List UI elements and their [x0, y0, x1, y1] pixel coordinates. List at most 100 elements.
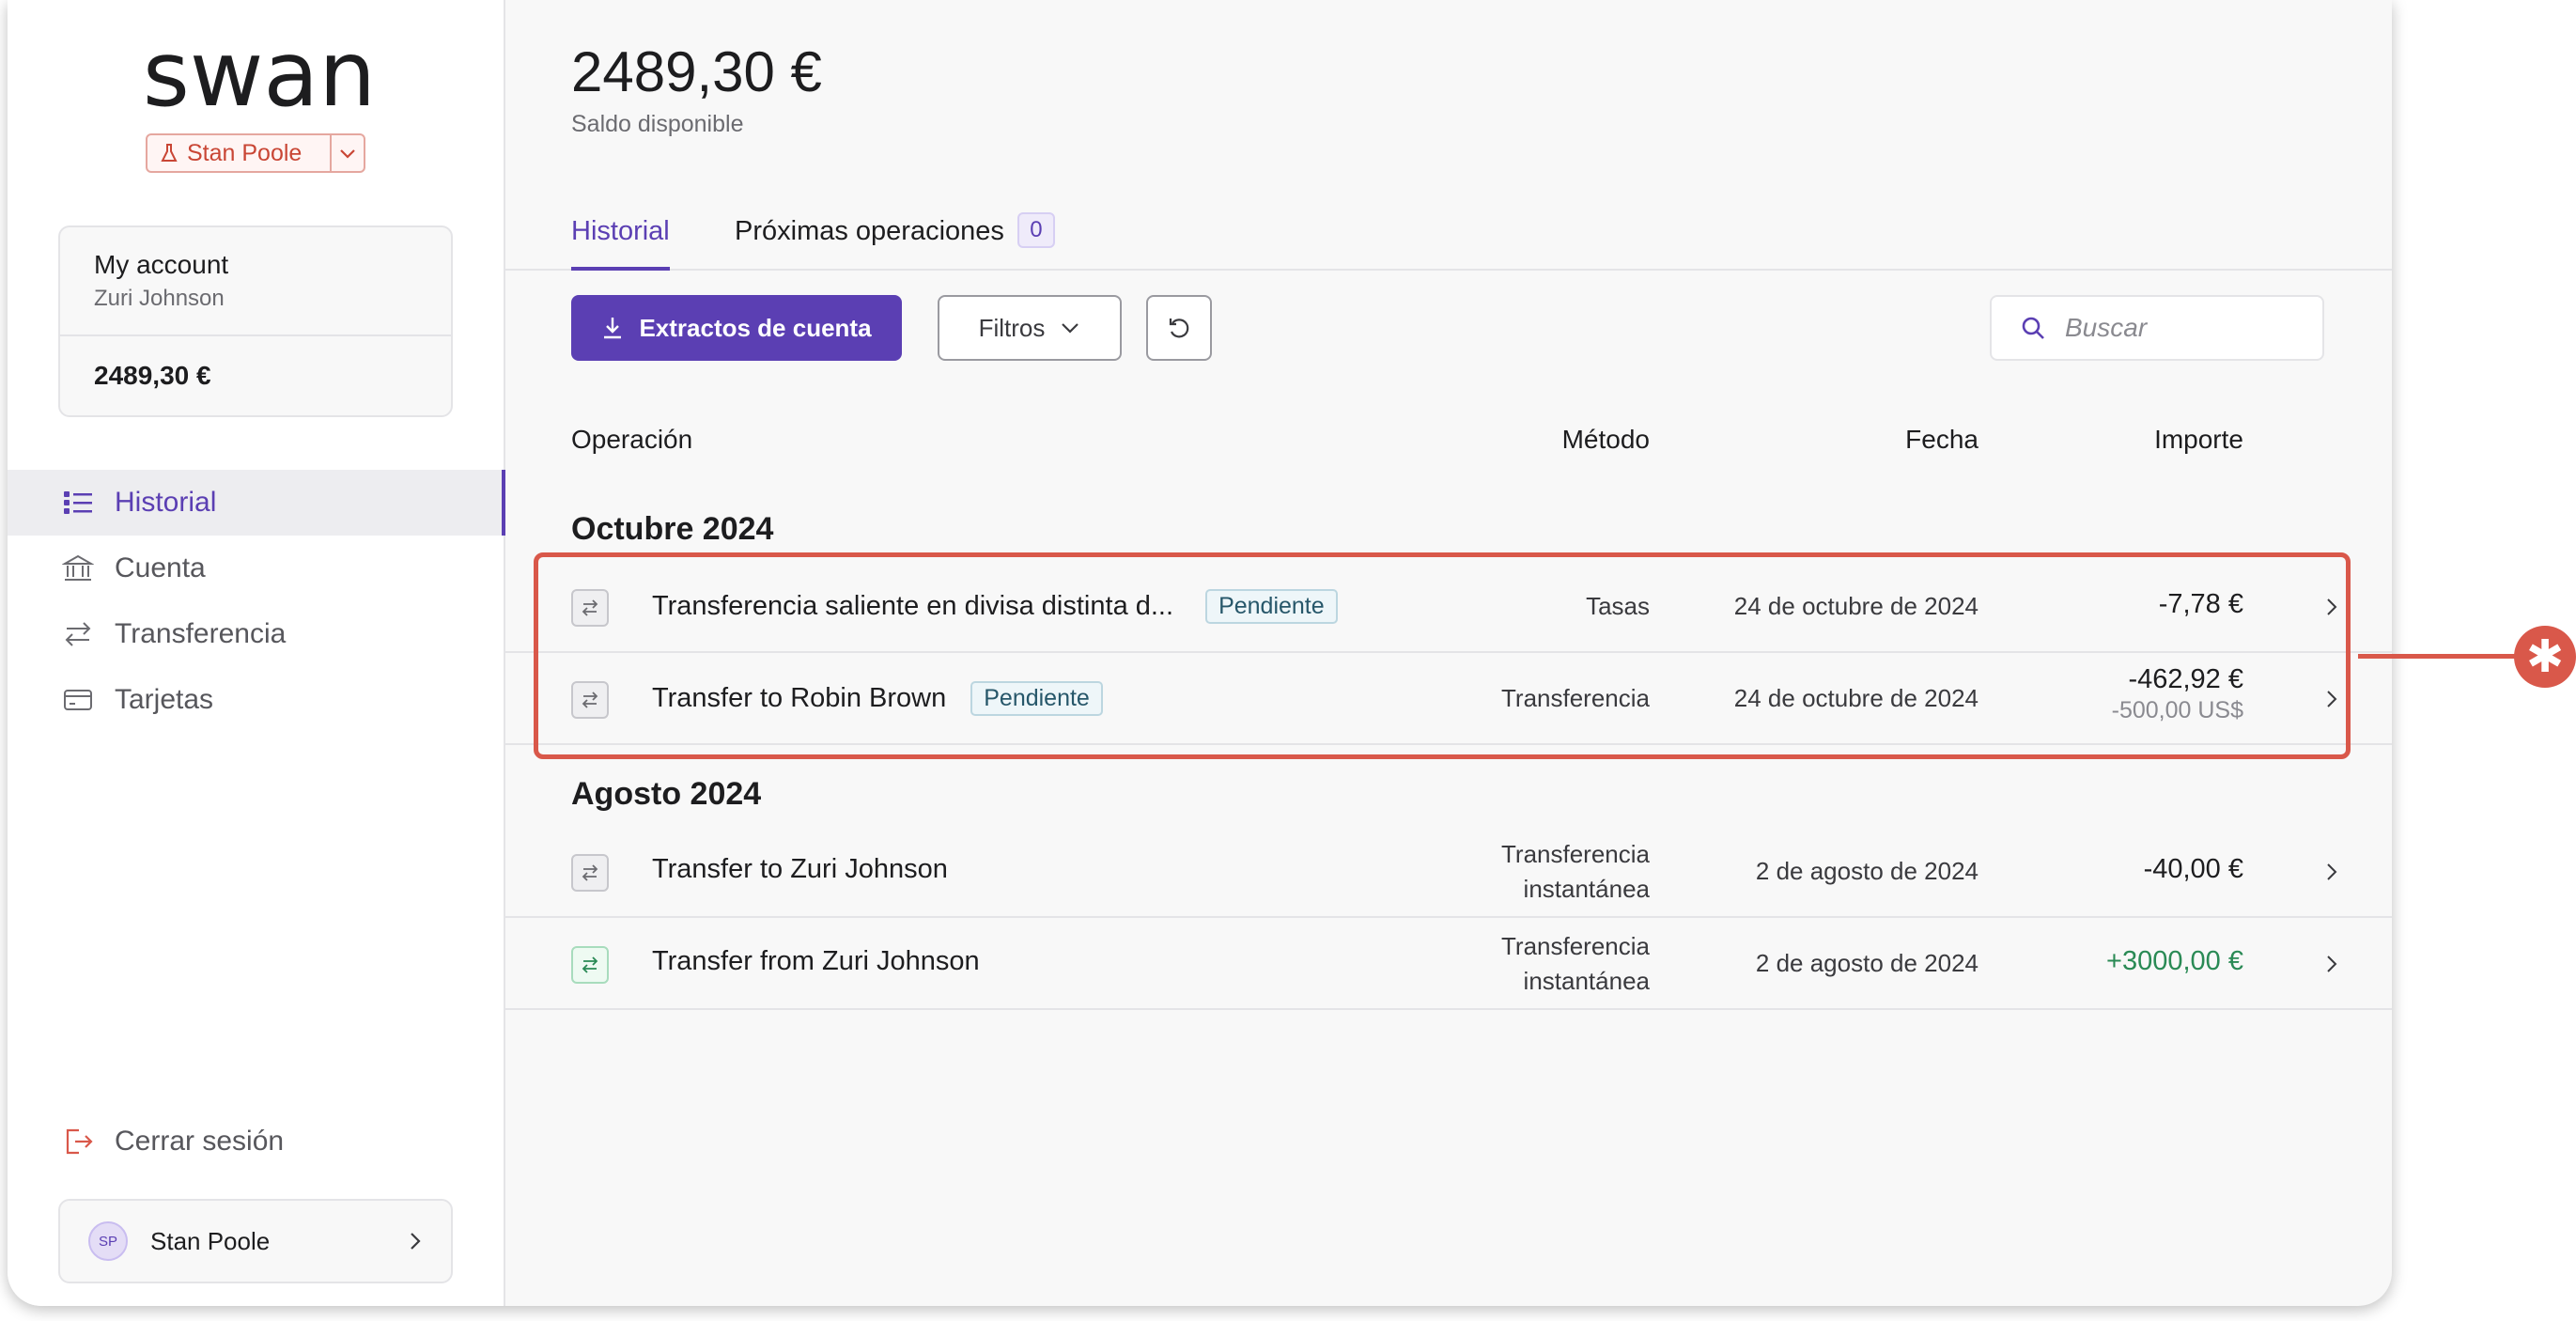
available-balance: 2489,30 € [571, 40, 822, 103]
amount-cell: +3000,00 € [2106, 946, 2243, 977]
flask-icon [161, 144, 178, 162]
transfer-icon [65, 622, 91, 646]
available-balance-label: Saldo disponible [571, 111, 744, 137]
card-icon [64, 690, 92, 710]
user-profile-button[interactable]: SP Stan Poole [58, 1199, 453, 1283]
swan-logo: swan [143, 38, 376, 122]
bank-icon [62, 554, 94, 581]
account-card[interactable]: My account Zuri Johnson 2489,30 € [58, 225, 453, 417]
account-balance: 2489,30 € [94, 361, 211, 390]
sidebar-item-label: Historial [115, 487, 217, 518]
sidebar-item-historial[interactable]: Historial [8, 470, 505, 536]
transfer-icon [571, 681, 609, 719]
account-holder: Zuri Johnson [94, 286, 225, 311]
tab-bar: Historial Próximas operaciones 0 [505, 212, 2392, 271]
date-cell: 2 de agosto de 2024 [1755, 949, 1979, 977]
download-icon [604, 318, 622, 339]
button-label: Extractos de cuenta [639, 313, 872, 342]
sidebar-item-label: Transferencia [115, 618, 287, 649]
user-name: Stan Poole [150, 1226, 271, 1255]
operation-name: Transfer to Zuri Johnson [652, 854, 948, 884]
tab-label: Historial [571, 216, 670, 246]
chevron-down-icon [1062, 323, 1079, 334]
operation-cell: Transfer to Zuri Johnson [652, 854, 948, 885]
amount-value: -7,78 € [2158, 589, 2243, 619]
method-line: Transferencia [1501, 840, 1650, 868]
sidebar-item-label: Tarjetas [115, 684, 214, 715]
chevron-down-icon[interactable] [332, 147, 364, 160]
transfer-icon [571, 854, 609, 892]
tab-label: Próximas operaciones [735, 216, 1004, 246]
column-header-metodo: Método [1561, 425, 1650, 454]
group-title: Agosto 2024 [571, 776, 762, 812]
operation-name: Transferencia saliente en divisa distint… [652, 591, 1174, 621]
chevron-right-icon [2327, 956, 2337, 972]
filters-button[interactable]: Filtros [938, 295, 1122, 361]
logout-button[interactable]: Cerrar sesión [62, 1126, 284, 1158]
asterisk-icon: ✱ [2514, 626, 2576, 688]
table-row[interactable]: Transferencia saliente en divisa distint… [505, 561, 2392, 653]
callout-line [2358, 654, 2518, 659]
sidebar-item-transferencia[interactable]: Transferencia [8, 601, 504, 667]
amount-cell: -7,78 € [2159, 589, 2243, 620]
date-cell: 2 de agosto de 2024 [1755, 857, 1979, 885]
amount-value: -40,00 € [2143, 854, 2243, 884]
sidebar-item-tarjetas[interactable]: Tarjetas [8, 667, 504, 733]
transfer-icon [571, 589, 609, 627]
main-content: 2489,30 € Saldo disponible Historial Pró… [505, 0, 2392, 1306]
status-badge: Pendiente [970, 681, 1103, 716]
search-icon [2022, 317, 2044, 339]
search-input[interactable] [2063, 312, 2292, 344]
logout-label: Cerrar sesión [115, 1126, 285, 1157]
date-cell: 24 de octubre de 2024 [1733, 592, 1979, 620]
method-cell: Transferencia instantánea [1501, 929, 1650, 999]
status-badge: Pendiente [1205, 589, 1338, 624]
method-cell: Transferencia [1501, 684, 1650, 712]
method-line: instantánea [1523, 967, 1650, 995]
operation-name: Transfer from Zuri Johnson [652, 946, 980, 976]
sidebar: swan Stan Poole My account Zuri Johnson … [8, 0, 505, 1306]
refresh-icon [1169, 319, 1189, 338]
chevron-right-icon [2327, 863, 2337, 880]
method-cell: Tasas [1586, 592, 1650, 620]
divider [60, 334, 451, 336]
chevron-right-icon [2327, 598, 2337, 615]
chevron-right-icon [2327, 691, 2337, 707]
table-row[interactable]: Transfer to Robin Brown Pendiente Transf… [505, 653, 2392, 745]
operation-cell: Transferencia saliente en divisa distint… [652, 589, 1338, 624]
refresh-button[interactable] [1146, 295, 1212, 361]
group-title: Octubre 2024 [571, 511, 774, 547]
list-icon [64, 491, 92, 514]
project-switcher[interactable]: Stan Poole [146, 133, 365, 173]
column-header-operacion: Operación [571, 425, 693, 454]
method-cell: Transferencia instantánea [1501, 837, 1650, 907]
chevron-right-icon [411, 1233, 421, 1250]
amount-value: +3000,00 € [2106, 946, 2243, 976]
tab-count-badge: 0 [1016, 212, 1055, 248]
sidebar-item-cuenta[interactable]: Cuenta [8, 536, 504, 601]
logout-icon [66, 1128, 93, 1155]
table-row[interactable]: Transfer from Zuri Johnson Transferencia… [505, 918, 2392, 1010]
amount-cell: -462,92 € -500,00 US$ [2112, 664, 2243, 724]
operation-cell: Transfer to Robin Brown Pendiente [652, 681, 1103, 716]
avatar: SP [88, 1221, 128, 1261]
account-name: My account [94, 250, 229, 279]
operation-name: Transfer to Robin Brown [652, 683, 947, 713]
app-window: swan Stan Poole My account Zuri Johnson … [8, 0, 2392, 1306]
tab-historial[interactable]: Historial [571, 216, 670, 271]
column-header-fecha: Fecha [1905, 425, 1979, 454]
sidebar-item-label: Cuenta [115, 552, 206, 583]
table-row[interactable]: Transfer to Zuri Johnson Transferencia i… [505, 826, 2392, 918]
svg-text:swan: swan [143, 38, 376, 122]
sidebar-nav: Historial Cuenta Transferencia Tarjetas [8, 470, 505, 733]
project-label: Stan Poole [147, 140, 330, 167]
search-field[interactable] [1990, 295, 2324, 361]
account-statements-button[interactable]: Extractos de cuenta [571, 295, 902, 361]
tab-proximas-operaciones[interactable]: Próximas operaciones 0 [735, 212, 1055, 267]
transfer-in-icon [571, 946, 609, 984]
amount-value: -462,92 € [2128, 664, 2243, 694]
column-header-importe: Importe [2154, 425, 2243, 454]
project-name: Stan Poole [187, 139, 303, 166]
amount-cell: -40,00 € [2144, 854, 2243, 885]
original-amount: -500,00 US$ [2111, 697, 2243, 723]
